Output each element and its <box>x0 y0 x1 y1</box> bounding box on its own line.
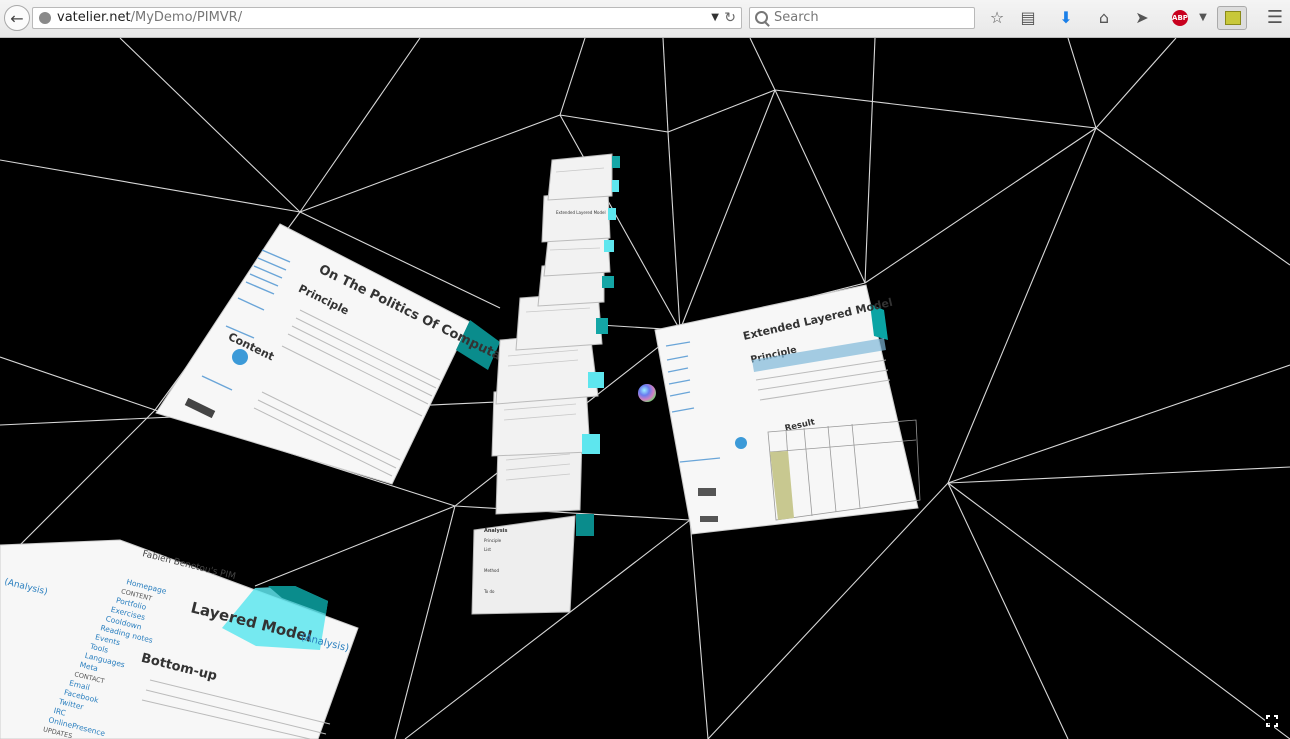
search-placeholder: Search <box>774 10 819 25</box>
reading-list-icon[interactable]: ▤ <box>1018 8 1038 28</box>
search-input[interactable]: Search <box>749 7 975 29</box>
page-left-panel[interactable]: On The Politics Of Computations Principl… <box>155 223 537 485</box>
stack-bottom-heading: Principle <box>484 538 502 543</box>
stack-tab-bottom[interactable] <box>576 514 594 536</box>
url-text: vatelier.net/MyDemo/PIMVR/ <box>57 8 242 28</box>
page-stack[interactable]: Analysis Principle List Method To do Ext… <box>471 153 620 615</box>
back-button[interactable]: ← <box>4 5 30 31</box>
stack-bottom-todo: To do <box>483 589 495 594</box>
reload-icon[interactable]: ↻ <box>724 8 736 28</box>
page-right-panel[interactable]: Extended Layered Model Principle Result <box>654 284 921 535</box>
page-right-avatar <box>735 437 747 449</box>
gaze-cursor-sphere <box>638 384 656 402</box>
adblock-menu-icon[interactable]: ▼ <box>1193 8 1213 28</box>
page-left-avatar <box>232 349 248 365</box>
sync-icon <box>1225 11 1241 25</box>
menu-icon[interactable]: ☰ <box>1265 8 1285 28</box>
adblock-icon[interactable]: ABP <box>1172 10 1188 26</box>
sync-button[interactable] <box>1217 6 1247 30</box>
stack-bottom-title: Analysis <box>484 528 507 534</box>
home-icon[interactable]: ⌂ <box>1094 8 1114 28</box>
browser-toolbar: ← vatelier.net/MyDemo/PIMVR/ ▼ ↻ Search … <box>0 0 1290 38</box>
url-path: /MyDemo/PIMVR/ <box>130 10 243 25</box>
url-history-dropdown-icon[interactable]: ▼ <box>711 8 719 28</box>
search-icon <box>755 11 768 24</box>
stack-top-title: Extended Layered Model <box>556 210 606 215</box>
back-arrow-icon: ← <box>10 8 24 28</box>
page-bottom-panel[interactable]: Fabien Benetou's PIM Layered Model (Anal… <box>0 539 359 739</box>
site-info-icon[interactable] <box>39 12 51 24</box>
downloads-icon[interactable]: ⬇ <box>1056 8 1076 28</box>
stack-bottom-method: Method <box>484 568 499 573</box>
scene-canvas: On The Politics Of Computations Principl… <box>0 38 1290 739</box>
fullscreen-icon[interactable] <box>1265 714 1279 728</box>
bookmark-star-icon[interactable]: ☆ <box>987 8 1007 28</box>
stack-bottom-list: List <box>484 547 491 552</box>
url-domain: vatelier.net <box>57 10 131 25</box>
share-icon[interactable]: ➤ <box>1132 8 1152 28</box>
vr-scene[interactable]: On The Politics Of Computations Principl… <box>0 38 1290 739</box>
url-bar[interactable]: vatelier.net/MyDemo/PIMVR/ ▼ ↻ <box>32 7 742 29</box>
